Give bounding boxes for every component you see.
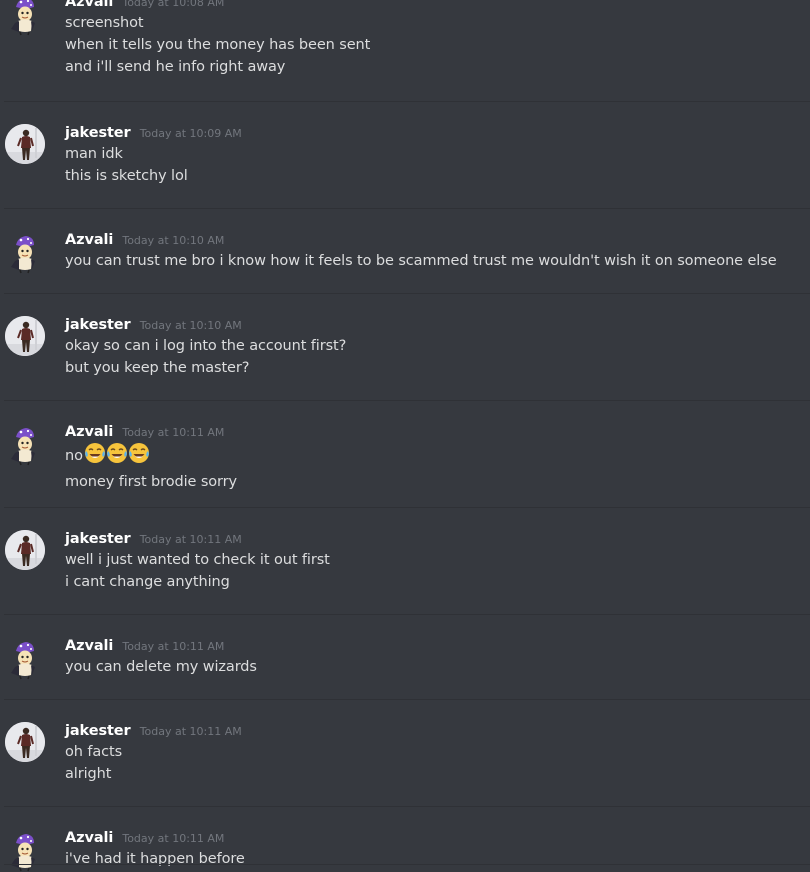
message-divider: [4, 864, 810, 865]
message-line: i've had it happen before: [65, 851, 245, 867]
message-line: no: [65, 442, 237, 471]
joy-emoji-icon[interactable]: [84, 442, 106, 464]
avatar[interactable]: [5, 124, 45, 164]
message-header: jakester Today at 10:11 AM: [65, 720, 242, 740]
message-header: Azvali Today at 10:11 AM: [65, 421, 224, 441]
username[interactable]: jakester: [65, 317, 131, 333]
message-content: oh facts alright: [65, 741, 122, 785]
message-header: Azvali Today at 10:10 AM: [65, 229, 224, 249]
timestamp: Today at 10:10 AM: [122, 234, 225, 247]
timestamp: Today at 10:10 AM: [139, 319, 242, 332]
avatar[interactable]: [5, 530, 45, 570]
message-line: screenshot: [65, 15, 144, 31]
avatar[interactable]: [5, 234, 45, 274]
username[interactable]: jakester: [65, 723, 131, 739]
message-line: and i'll send he info right away: [65, 59, 286, 75]
joy-emoji-icon[interactable]: [106, 442, 128, 464]
message-header: jakester Today at 10:11 AM: [65, 528, 242, 548]
avatar[interactable]: [5, 316, 45, 356]
username[interactable]: Azvali: [65, 830, 113, 846]
message-line: when it tells you the money has been sen…: [65, 37, 371, 53]
username[interactable]: Azvali: [65, 424, 113, 440]
message-content: man idk this is sketchy lol: [65, 143, 188, 187]
message-line: this is sketchy lol: [65, 168, 188, 184]
message-divider: [4, 614, 810, 615]
timestamp: Today at 10:11 AM: [122, 426, 225, 439]
message-header: jakester Today at 10:10 AM: [65, 314, 242, 334]
message-divider: [4, 101, 810, 102]
message-header: Azvali Today at 10:08 AM: [65, 0, 224, 11]
message-content: no money first brodie sorry: [65, 442, 237, 493]
message-divider: [4, 293, 810, 294]
timestamp: Today at 10:11 AM: [139, 533, 242, 546]
message-line: well i just wanted to check it out first: [65, 552, 330, 568]
joy-emoji-icon[interactable]: [128, 442, 150, 464]
username[interactable]: jakester: [65, 125, 131, 141]
message-line: i cant change anything: [65, 574, 230, 590]
message-divider: [4, 507, 810, 508]
avatar[interactable]: [5, 640, 45, 680]
timestamp: Today at 10:08 AM: [122, 0, 225, 9]
message-content: well i just wanted to check it out first…: [65, 549, 330, 593]
chat-message-list: Azvali Today at 10:08 AM screenshot when…: [0, 0, 810, 872]
message-divider: [4, 400, 810, 401]
message-divider: [4, 208, 810, 209]
message-content: you can trust me bro i know how it feels…: [65, 250, 777, 272]
message-line: but you keep the master?: [65, 360, 250, 376]
message-line: alright: [65, 766, 112, 782]
message-line: you can trust me bro i know how it feels…: [65, 253, 777, 269]
message-line: oh facts: [65, 744, 123, 760]
timestamp: Today at 10:11 AM: [122, 832, 225, 845]
username[interactable]: jakester: [65, 531, 131, 547]
message-header: Azvali Today at 10:11 AM: [65, 827, 224, 847]
message-line: man idk: [65, 146, 123, 162]
message-line: money first brodie sorry: [65, 474, 237, 490]
message-divider: [4, 699, 810, 700]
username[interactable]: Azvali: [65, 0, 113, 10]
username[interactable]: Azvali: [65, 232, 113, 248]
message-line: okay so can i log into the account first…: [65, 338, 347, 354]
avatar[interactable]: [5, 426, 45, 466]
timestamp: Today at 10:09 AM: [139, 127, 242, 140]
timestamp: Today at 10:11 AM: [122, 640, 225, 653]
message-line: you can delete my wizards: [65, 659, 257, 675]
message-content: okay so can i log into the account first…: [65, 335, 346, 379]
message-header: jakester Today at 10:09 AM: [65, 122, 242, 142]
timestamp: Today at 10:11 AM: [139, 725, 242, 738]
message-header: Azvali Today at 10:11 AM: [65, 635, 224, 655]
message-content: i've had it happen before: [65, 848, 245, 870]
username[interactable]: Azvali: [65, 638, 113, 654]
message-divider: [4, 806, 810, 807]
message-text: no: [65, 448, 83, 464]
avatar[interactable]: [5, 722, 45, 762]
avatar[interactable]: [5, 0, 45, 36]
avatar[interactable]: [5, 832, 45, 872]
message-content: screenshot when it tells you the money h…: [65, 12, 370, 78]
emoji-group: [84, 442, 150, 471]
message-content: you can delete my wizards: [65, 656, 257, 678]
